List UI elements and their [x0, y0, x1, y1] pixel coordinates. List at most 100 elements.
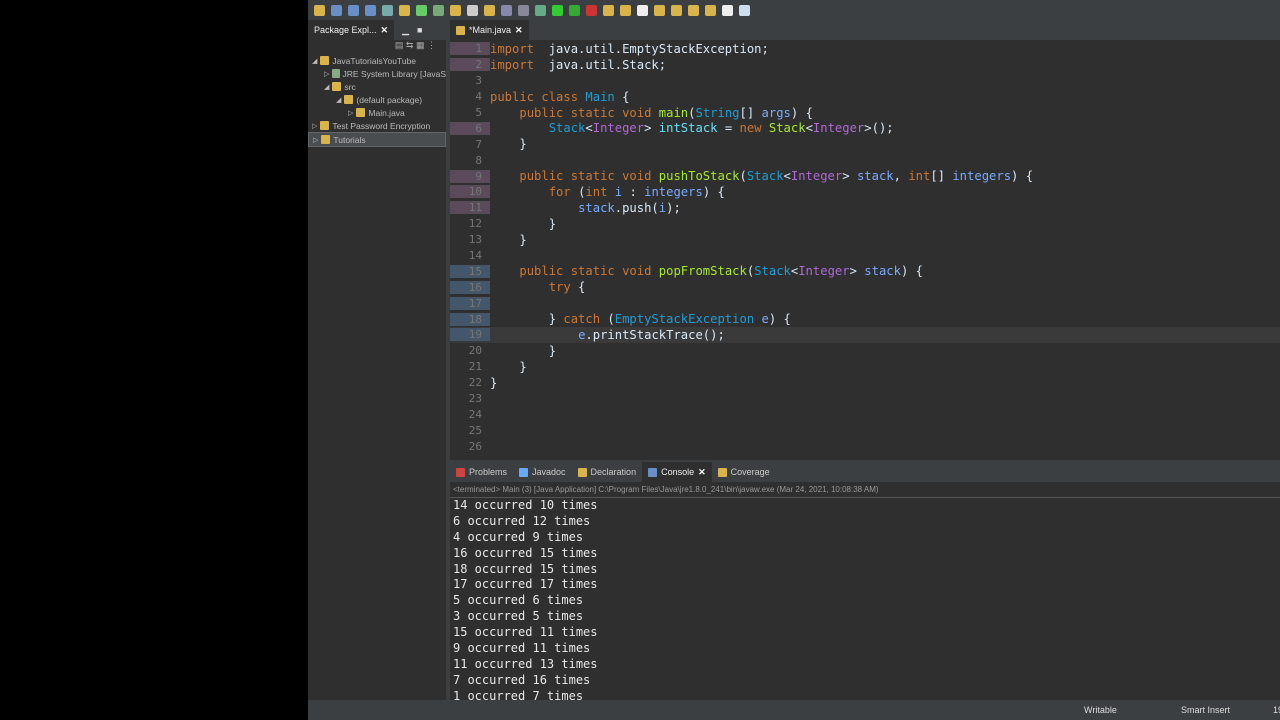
toolbar-button-icon[interactable] [331, 4, 342, 16]
tree-item[interactable]: ▷ Tutorials [308, 132, 446, 147]
code-token: i [614, 184, 623, 199]
console-line: 7 occurred 16 times [453, 672, 591, 687]
toolbar-button-icon[interactable] [654, 4, 665, 16]
expand-arrow-icon[interactable]: ▷ [348, 109, 353, 117]
code-token: < [585, 121, 593, 136]
tree-item[interactable]: ▷ Test Password Encryption [308, 119, 446, 132]
status-bar: Writable Smart Insert 19 [308, 700, 1280, 720]
collapse-all-icon[interactable]: ▤ [395, 40, 404, 50]
tab-main-java[interactable]: *Main.java ✕ [450, 20, 529, 40]
toolbar-button-icon[interactable] [569, 4, 580, 16]
toolbar-button-icon[interactable] [450, 4, 461, 16]
toolbar-button-icon[interactable] [688, 4, 699, 16]
tab-javadoc[interactable]: Javadoc [513, 462, 572, 482]
code-area[interactable]: 1 import java.util.EmptyStackException; 2 i… [450, 41, 1280, 454]
project-icon [332, 82, 342, 91]
toolbar-button-icon[interactable] [722, 4, 733, 16]
tree-item[interactable]: ◢ (default package) [308, 93, 446, 106]
tab-label: Coverage [730, 467, 770, 477]
toolbar-button-icon[interactable] [535, 4, 546, 16]
tab-label: Javadoc [532, 467, 566, 477]
line-number: 1 [450, 42, 490, 56]
project-icon [344, 95, 354, 104]
expand-arrow-icon[interactable]: ▷ [312, 122, 317, 130]
toolbar-button-icon[interactable] [603, 4, 614, 16]
close-icon[interactable]: ✕ [698, 467, 706, 478]
toolbar-button-icon[interactable] [348, 4, 359, 16]
code-text: try { [490, 280, 586, 294]
close-icon[interactable]: ✕ [515, 25, 523, 36]
toolbar-button-icon[interactable] [671, 4, 682, 16]
code-text: stack.push(i); [490, 201, 681, 215]
code-token: >(); [864, 121, 894, 136]
project-icon [320, 56, 330, 65]
expand-arrow-icon[interactable]: ◢ [324, 83, 329, 91]
toolbar-button-icon[interactable] [637, 4, 648, 16]
toolbar-button-icon[interactable] [552, 4, 563, 16]
toolbar-button-icon[interactable] [399, 4, 410, 16]
toolbar-button-icon[interactable] [586, 4, 597, 16]
filter-icon[interactable]: ▦ [416, 40, 425, 50]
expand-arrow-icon[interactable]: ◢ [336, 96, 341, 104]
close-icon[interactable]: ✕ [381, 25, 389, 36]
console-output[interactable]: 14 occurred 10 times 6 occurred 12 times 4… [450, 498, 1280, 705]
tree-item[interactable]: ◢ src [308, 80, 446, 93]
toolbar-button-icon[interactable] [705, 4, 716, 16]
toolbar-button-icon[interactable] [365, 4, 376, 16]
toolbar-button-icon[interactable] [518, 4, 529, 16]
code-token: stack [864, 264, 901, 279]
toolbar-button-icon[interactable] [620, 4, 631, 16]
code-line: 8 [450, 152, 1280, 168]
tab-coverage[interactable]: Coverage [712, 462, 776, 482]
code-text: } [490, 344, 556, 358]
tree-item[interactable]: ▷ Main.java [308, 106, 446, 119]
toolbar-button-icon[interactable] [314, 4, 325, 16]
line-number: 14 [468, 249, 482, 263]
expand-arrow-icon[interactable]: ▷ [313, 136, 318, 144]
view-menu-icon[interactable]: ⋮ [427, 40, 436, 50]
declaration-icon [577, 467, 587, 477]
line-number: 4 [475, 90, 482, 104]
code-line: 19 e.printStackTrace(); [450, 327, 1280, 343]
maximize-icon[interactable]: ■ [417, 25, 422, 35]
toolbar-button-icon[interactable] [382, 4, 393, 16]
tab-package-explorer[interactable]: Package Expl... ✕ [308, 20, 395, 40]
toolbar-button-icon[interactable] [467, 4, 478, 16]
status-writable: Writable [1084, 705, 1117, 715]
tree-item[interactable]: ◢ JavaTutorialsYouTube [308, 54, 446, 67]
link-editor-icon[interactable]: ⇆ [406, 40, 414, 50]
expand-arrow-icon[interactable]: ◢ [312, 57, 317, 65]
tab-console[interactable]: Console ✕ [642, 462, 712, 482]
code-token: new [739, 121, 769, 136]
toolbar-button-icon[interactable] [501, 4, 512, 16]
code-token: public class [490, 89, 586, 104]
code-token: ) { [768, 312, 791, 327]
console-icon [648, 467, 658, 477]
code-token: EmptyStackException [614, 312, 762, 327]
status-insert-mode: Smart Insert [1181, 705, 1231, 715]
code-token: } [490, 359, 527, 374]
line-number: 26 [468, 439, 482, 453]
tab-declaration[interactable]: Declaration [572, 462, 643, 482]
code-token: ( [607, 312, 615, 327]
line-number: 15 [450, 264, 490, 278]
expand-arrow-icon[interactable]: ▷ [324, 70, 329, 78]
toolbar-button-icon[interactable] [484, 4, 495, 16]
tab-label: Problems [469, 467, 508, 477]
tree-item[interactable]: ▷ JRE System Library [JavaS [308, 67, 446, 80]
console-line: 16 occurred 15 times [453, 545, 598, 560]
code-line: 14 [450, 248, 1280, 264]
toolbar-button-icon[interactable] [739, 4, 750, 16]
toolbar-button-icon[interactable] [433, 4, 444, 16]
code-token: } [490, 343, 557, 358]
tab-problems[interactable]: Problems [450, 462, 513, 482]
code-text: } [490, 233, 526, 247]
line-number: 2 [450, 58, 490, 72]
line-number: 21 [468, 360, 482, 374]
minimize-icon[interactable]: ▁ [402, 25, 409, 36]
coverage-icon [717, 467, 727, 477]
toolbar-button-icon[interactable] [416, 4, 427, 16]
code-token: } [490, 216, 557, 231]
line-number: 8 [475, 153, 482, 167]
